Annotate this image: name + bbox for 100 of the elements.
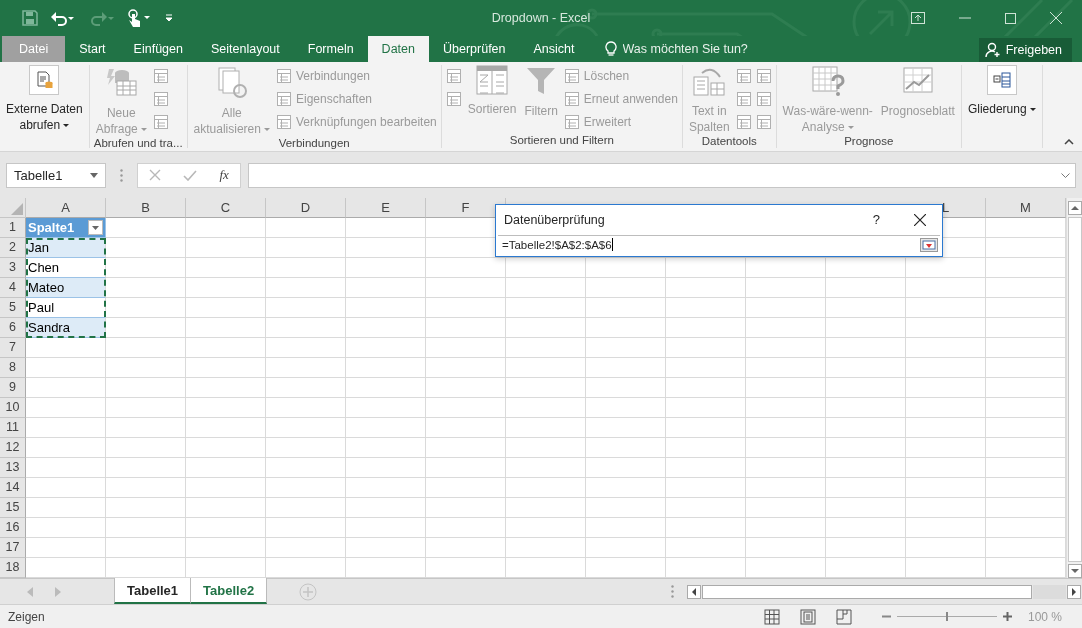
sheet-icon — [275, 91, 292, 107]
ribbon-tab[interactable]: Einfügen — [119, 36, 197, 62]
sheet-icon — [563, 68, 580, 84]
drag-handle-icon[interactable] — [671, 585, 675, 598]
sheet-icon — [755, 91, 772, 107]
select-all-corner[interactable] — [0, 198, 26, 218]
ribbon-options-icon[interactable] — [911, 12, 925, 24]
row-header[interactable]: 12 — [0, 438, 26, 458]
sort-grid-icon — [476, 65, 509, 95]
ribbon-tab[interactable]: Formeln — [293, 36, 368, 62]
check-icon[interactable] — [183, 169, 198, 181]
sheet-icon — [755, 114, 772, 130]
row-header[interactable]: 18 — [0, 558, 26, 578]
sheet-icon — [152, 68, 169, 84]
horizontal-scrollbar[interactable] — [687, 583, 1082, 600]
row-header[interactable]: 3 — [0, 258, 26, 278]
zoom-in-icon[interactable] — [1002, 612, 1012, 621]
tell-me-field[interactable]: Was möchten Sie tun? — [622, 42, 773, 56]
share-button[interactable]: Freigeben — [978, 38, 1072, 62]
next-sheet-icon[interactable] — [55, 586, 61, 597]
customize-icon[interactable] — [164, 13, 174, 23]
drag-handle-icon[interactable] — [120, 168, 123, 182]
table-cell[interactable]: Jan — [26, 238, 106, 258]
zoom-out-icon[interactable] — [881, 615, 891, 618]
group-label: Prognose — [843, 135, 895, 149]
sheet-tab[interactable]: Tabelle1 — [114, 578, 191, 604]
expand-dialog-icon[interactable] — [920, 237, 938, 252]
ribbon-tab[interactable]: Start — [65, 36, 120, 62]
lightbulb-icon — [604, 41, 617, 57]
insert-function-button[interactable]: fx — [219, 167, 229, 183]
sheet-icon — [563, 114, 580, 130]
sheet-icon — [275, 114, 292, 130]
row-header[interactable]: 5 — [0, 298, 26, 318]
row-header[interactable]: 14 — [0, 478, 26, 498]
save-icon[interactable] — [22, 10, 38, 26]
sheet-icon — [563, 91, 580, 107]
sheet-icon — [275, 68, 292, 84]
row-header[interactable]: 13 — [0, 458, 26, 478]
sheet-tab[interactable]: Tabelle2 — [190, 578, 268, 604]
outline-icon — [986, 65, 1017, 95]
previous-sheet-icon[interactable] — [27, 586, 33, 597]
formula-field[interactable] — [248, 162, 1076, 188]
normal-view-icon[interactable] — [763, 608, 780, 625]
group-label: Datentools — [700, 135, 758, 149]
filter-dropdown-icon[interactable] — [88, 220, 103, 235]
add-sheet-icon[interactable] — [299, 582, 318, 601]
row-header[interactable]: 10 — [0, 398, 26, 418]
expand-chevron-icon[interactable] — [1061, 172, 1070, 178]
scroll-thumb[interactable] — [702, 584, 1033, 599]
sheet-icon — [445, 68, 462, 84]
scroll-down-icon[interactable] — [1067, 564, 1082, 578]
grid-question-icon — [810, 65, 845, 97]
scroll-up-icon[interactable] — [1067, 201, 1082, 215]
row-header[interactable]: 2 — [0, 238, 26, 258]
sheet-icon — [735, 68, 752, 84]
ribbon-tab[interactable]: Daten — [367, 36, 429, 62]
row-header[interactable]: 9 — [0, 378, 26, 398]
row-header[interactable]: 1 — [0, 218, 26, 238]
triangle-icon — [11, 203, 23, 215]
sheet-icon — [735, 114, 752, 130]
sheet-icon — [152, 114, 169, 130]
maximize-icon[interactable] — [1005, 12, 1016, 24]
status-text: Zeigen — [8, 609, 45, 624]
row-header[interactable]: 11 — [0, 418, 26, 438]
cancel-icon[interactable] — [149, 169, 162, 181]
ribbon-button[interactable]: Gliederung — [965, 65, 1038, 148]
row-header[interactable]: 4 — [0, 278, 26, 298]
page-layout-icon[interactable] — [799, 608, 816, 625]
sheet-icon — [735, 91, 752, 107]
scroll-left-icon[interactable] — [687, 584, 702, 599]
page-break-icon[interactable] — [835, 608, 852, 625]
row-header[interactable]: 7 — [0, 338, 26, 358]
table-cell[interactable]: Mateo — [26, 278, 106, 298]
close-icon[interactable] — [914, 213, 926, 226]
redo-icon[interactable] — [88, 10, 114, 26]
touch-mode-icon[interactable] — [126, 9, 152, 27]
range-field[interactable]: =Tabelle2!$A$2:$A$6 — [498, 234, 940, 254]
row-header[interactable]: 8 — [0, 358, 26, 378]
sheet-icon — [152, 91, 169, 107]
dialog-title: Datenüberprüfung — [504, 212, 606, 227]
row-header[interactable]: 16 — [0, 518, 26, 538]
row-header[interactable]: 17 — [0, 538, 26, 558]
row-header[interactable]: 6 — [0, 318, 26, 338]
sheet-icon — [445, 91, 462, 107]
group-label: Verbindungen — [277, 137, 351, 151]
ribbon-button[interactable]: Externe Daten abrufen — [4, 65, 85, 148]
row-header[interactable]: 15 — [0, 498, 26, 518]
funnel-icon — [525, 65, 558, 97]
group-label: Abrufen und tra... — [93, 137, 183, 151]
table-cell[interactable]: Sandra — [26, 318, 106, 338]
collapse-ribbon-icon[interactable] — [1064, 139, 1074, 145]
help-button[interactable]: ? — [872, 212, 880, 228]
ribbon-tab[interactable]: Ansicht — [519, 36, 589, 62]
ribbon-tab[interactable]: Seitenlayout — [196, 36, 294, 62]
scroll-right-icon[interactable] — [1067, 584, 1082, 599]
ribbon-tab[interactable]: Überprüfen — [428, 36, 520, 62]
window-title: Dropdown - Excel — [491, 11, 591, 25]
name-box[interactable]: Tabelle1 — [6, 162, 106, 188]
undo-icon[interactable] — [50, 10, 76, 26]
group-label: Sortieren und Filtern — [508, 134, 615, 148]
